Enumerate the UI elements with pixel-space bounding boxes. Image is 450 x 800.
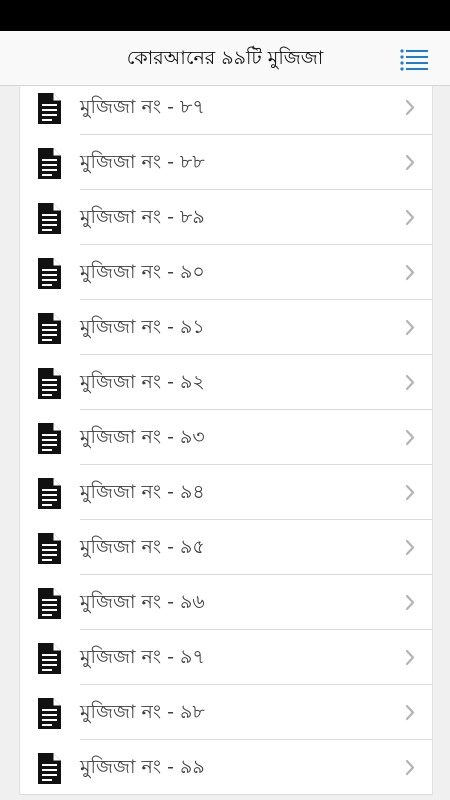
list-item-label: মুজিজা নং - ৯৫ (80, 536, 205, 558)
chevron-right-icon (405, 429, 415, 446)
document-icon (38, 203, 61, 234)
document-icon (38, 368, 61, 399)
document-icon (38, 478, 61, 509)
document-icon (38, 698, 61, 729)
chevron-right-icon (405, 759, 415, 776)
chevron-right-icon (405, 649, 415, 666)
document-icon (38, 313, 61, 344)
list-item[interactable]: মুজিজা নং - ৯১ (20, 300, 432, 355)
list-item-label: মুজিজা নং - ৯৩ (80, 426, 205, 448)
list-item-label: মুজিজা নং - ৯০ (80, 261, 205, 283)
chevron-right-icon (405, 539, 415, 556)
status-bar (0, 0, 450, 31)
app-bar: কোরআনের ৯৯টি মুজিজা (0, 31, 450, 86)
list-item-label: মুজিজা নং - ৮৮ (80, 151, 205, 173)
document-icon (38, 753, 61, 784)
list-item-label: মুজিজা নং - ৯১ (80, 316, 205, 338)
chevron-right-icon (405, 484, 415, 501)
list-item-label: মুজিজা নং - ৯৪ (80, 481, 205, 503)
chevron-right-icon (405, 594, 415, 611)
list-item[interactable]: মুজিজা নং - ৮৯ (20, 190, 432, 245)
list-item[interactable]: মুজিজা নং - ৯২ (20, 355, 432, 410)
page-title: কোরআনের ৯৯টি মুজিজা (126, 47, 324, 69)
document-icon (38, 148, 61, 179)
document-icon (38, 93, 61, 124)
chevron-right-icon (405, 99, 415, 116)
list-item[interactable]: মুজিজা নং - ৯৩ (20, 410, 432, 465)
list-item[interactable]: মুজিজা নং - ৯৪ (20, 465, 432, 520)
list-menu-icon (400, 49, 428, 71)
list-card: মুজিজা নং - ৮৭ মুজিজা নং - ৮৮ মুজিজা নং … (19, 86, 433, 795)
chevron-right-icon (405, 154, 415, 171)
list-item[interactable]: মুজিজা নং - ৯৮ (20, 685, 432, 740)
document-icon (38, 258, 61, 289)
list-item[interactable]: মুজিজা নং - ৮৭ (20, 86, 432, 135)
list-item-label: মুজিজা নং - ৮৯ (80, 206, 205, 228)
chevron-right-icon (405, 704, 415, 721)
document-icon (38, 643, 61, 674)
document-icon (38, 588, 61, 619)
document-icon (38, 423, 61, 454)
list-item[interactable]: মুজিজা নং - ৯৫ (20, 520, 432, 575)
list-item[interactable]: মুজিজা নং - ৯৭ (20, 630, 432, 685)
mujiza-list: মুজিজা নং - ৮৭ মুজিজা নং - ৮৮ মুজিজা নং … (0, 86, 450, 800)
menu-button[interactable] (400, 46, 430, 72)
document-icon (38, 533, 61, 564)
list-item[interactable]: মুজিজা নং - ৯৬ (20, 575, 432, 630)
list-item-label: মুজিজা নং - ৯৮ (80, 701, 205, 723)
chevron-right-icon (405, 374, 415, 391)
list-item-label: মুজিজা নং - ৯৯ (80, 756, 205, 778)
list-item[interactable]: মুজিজা নং - ৯৯ (20, 740, 432, 795)
list-item-label: মুজিজা নং - ৯৭ (80, 646, 205, 668)
list-item-label: মুজিজা নং - ৯২ (80, 371, 205, 393)
list-item[interactable]: মুজিজা নং - ৮৮ (20, 135, 432, 190)
chevron-right-icon (405, 209, 415, 226)
list-item[interactable]: মুজিজা নং - ৯০ (20, 245, 432, 300)
list-item-label: মুজিজা নং - ৯৬ (80, 591, 205, 613)
chevron-right-icon (405, 264, 415, 281)
list-item-label: মুজিজা নং - ৮৭ (80, 96, 205, 118)
chevron-right-icon (405, 319, 415, 336)
